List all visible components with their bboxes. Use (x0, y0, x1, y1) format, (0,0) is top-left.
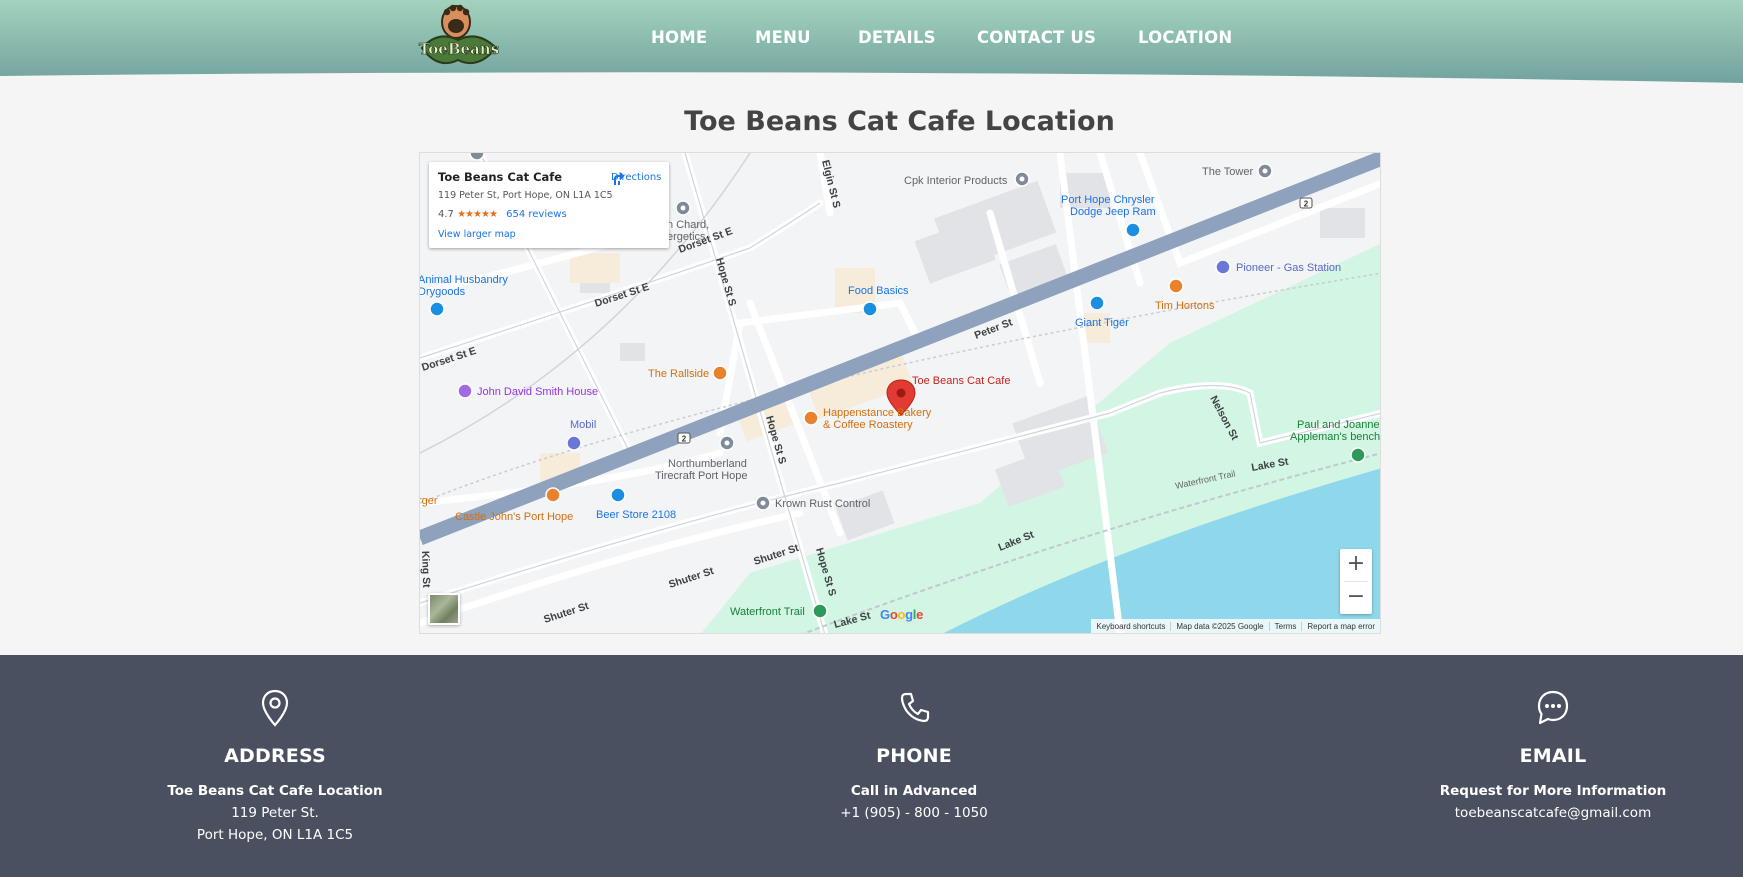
phone-heading: PHONE (876, 745, 952, 767)
svg-text:2: 2 (1304, 200, 1309, 209)
phone-icon (900, 692, 930, 723)
poi-chrysler-2: Dodge Jeep Ram (1070, 206, 1156, 218)
zoom-out-button[interactable]: − (1340, 582, 1372, 614)
chat-bubble-icon (1537, 690, 1569, 725)
poi-rger: rger (420, 495, 438, 507)
poi-castle-john: Castle John's Port Hope (455, 511, 573, 523)
email-address[interactable]: toebeanscatcafe@gmail.com (1373, 805, 1733, 821)
zoom-in-button[interactable]: + (1340, 549, 1372, 581)
zoom-controls: + − (1340, 549, 1372, 614)
report-map-error-link[interactable]: Report a map error (1301, 621, 1380, 631)
poi-northumberland-2: Tirecraft Port Hope (655, 470, 748, 482)
main-nav: HOME MENU DETAILS CONTACT US LOCATION (0, 28, 1743, 50)
poi-tim-hortons: Tim Hortons (1155, 300, 1215, 312)
road-label-shuter-3: Shuter St (542, 600, 591, 626)
poi-happenstance-1: Happenstance Bakery (823, 407, 932, 419)
nav-details[interactable]: DETAILS (858, 28, 936, 47)
keyboard-shortcuts-link[interactable]: Keyboard shortcuts (1091, 622, 1170, 631)
svg-text:2: 2 (682, 435, 687, 444)
nav-menu[interactable]: MENU (755, 28, 811, 47)
road-label-king: King St (420, 551, 432, 589)
address-subtitle: Toe Beans Cat Cafe Location (167, 783, 383, 799)
address-column: ADDRESS Toe Beans Cat Cafe Location 119 … (95, 655, 455, 843)
road-label-hope-1: Hope St S (713, 257, 738, 308)
poi-tower: The Tower (1202, 166, 1253, 178)
address-heading: ADDRESS (224, 745, 326, 767)
poi-pioneer: Pioneer - Gas Station (1236, 262, 1341, 274)
map-pin-icon (261, 689, 289, 727)
directions-icon (614, 172, 625, 185)
site-header: ToeBeans HOME MENU DETAILS CONTACT US LO… (0, 0, 1743, 92)
poi-northumberland-1: Northumberland (668, 458, 747, 470)
satellite-toggle[interactable] (428, 593, 460, 625)
map-data-text: Map data ©2025 Google (1170, 621, 1268, 631)
map-attribution: Keyboard shortcuts Map data ©2025 Google… (1091, 619, 1380, 633)
poi-john-david: John David Smith House (477, 386, 598, 398)
directions-button[interactable]: Directions (611, 170, 661, 185)
view-larger-map-link[interactable]: View larger map (438, 229, 516, 240)
poi-chrysler-1: Port Hope Chrysler (1061, 194, 1155, 206)
page-title: Toe Beans Cat Cafe Location (684, 106, 1115, 137)
place-rating: 4.7 ★★★★★ 654 reviews (438, 209, 567, 220)
email-heading: EMAIL (1519, 745, 1587, 767)
address-city: Port Hope, ON L1A 1C5 (196, 827, 354, 843)
poi-rallside: The Rallside (648, 368, 709, 380)
poi-krown: Krown Rust Control (775, 498, 870, 510)
place-address: 119 Peter St, Port Hope, ON L1A 1C5 (438, 190, 613, 201)
poi-happenstance-2: & Coffee Roastery (823, 419, 913, 431)
poi-giant-tiger: Giant Tiger (1075, 317, 1129, 329)
phone-column: PHONE Call in Advanced +1 (905) - 800 - … (734, 655, 1094, 821)
place-info-card: Toe Beans Cat Cafe 119 Peter St, Port Ho… (429, 162, 669, 248)
poi-animal-1: Animal Husbandry (420, 274, 508, 286)
terms-link[interactable]: Terms (1268, 621, 1302, 631)
poi-paul-1: Paul and Joanne (1297, 419, 1380, 431)
nav-contact-us[interactable]: CONTACT US (977, 28, 1096, 47)
google-map[interactable]: Peter St Dorset St E Dorset St E Dorset … (419, 152, 1381, 634)
rating-value: 4.7 (438, 209, 454, 220)
contact-footer: ADDRESS Toe Beans Cat Cafe Location 119 … (0, 655, 1743, 877)
poi-food-basics: Food Basics (848, 285, 909, 297)
poi-animal-2: Drygoods (420, 286, 466, 298)
address-street: 119 Peter St. (231, 805, 319, 821)
email-column: EMAIL Request for More Information toebe… (1373, 655, 1733, 821)
google-logo: Google (880, 607, 924, 622)
poi-chard-1: n Chard, (667, 219, 709, 231)
nav-home[interactable]: HOME (651, 28, 707, 47)
reviews-link[interactable]: 654 reviews (506, 209, 567, 220)
poi-beer-store: Beer Store 2108 (596, 509, 676, 521)
poi-cpk: Cpk Interior Products (904, 175, 1008, 187)
email-subtitle: Request for More Information (1439, 783, 1667, 799)
poi-chard-2: ergetics (667, 231, 706, 243)
rating-stars-icon: ★★★★★ (457, 209, 498, 220)
poi-mobil: Mobil (570, 419, 596, 431)
phone-number[interactable]: +1 (905) - 800 - 1050 (734, 805, 1094, 821)
phone-subtitle: Call in Advanced (850, 783, 978, 799)
road-label-shuter-1: Shuter St (667, 565, 716, 591)
poi-paul-2: Appleman's bench (1290, 431, 1380, 443)
poi-waterfront-trail: Waterfront Trail (730, 606, 805, 618)
marker-label: Toe Beans Cat Cafe (912, 375, 1010, 387)
place-name: Toe Beans Cat Cafe (438, 170, 563, 184)
nav-location[interactable]: LOCATION (1138, 28, 1232, 47)
